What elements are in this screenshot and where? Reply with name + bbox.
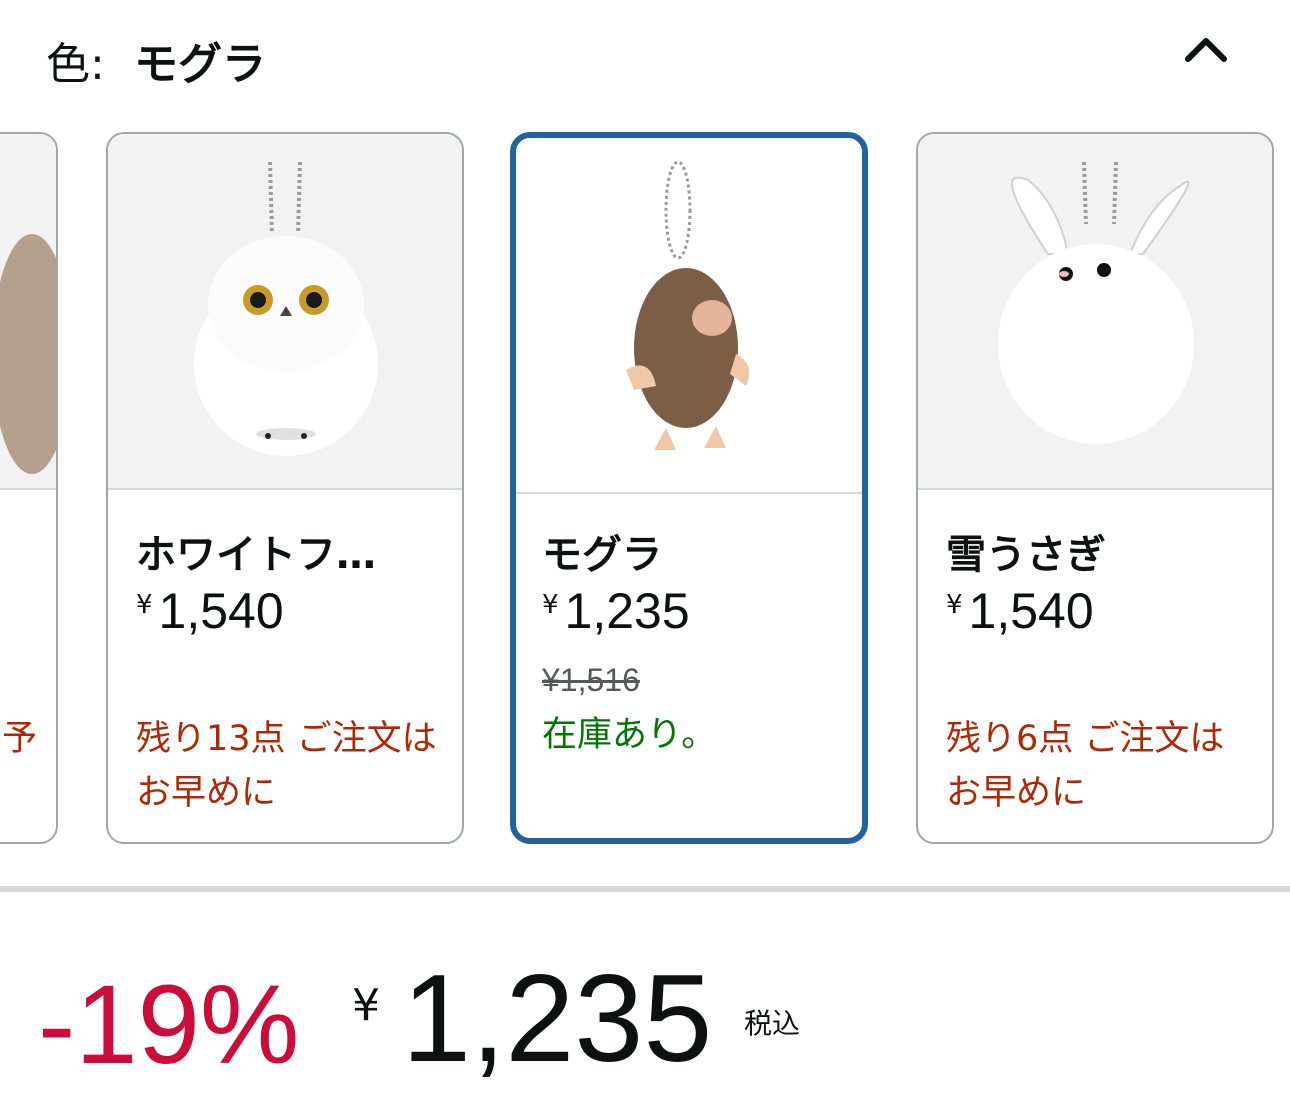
variant-price: ¥1,540 [946, 583, 1094, 639]
variant-card-mole[interactable]: モグラ ¥1,235 ¥1,516 在庫あり。 [510, 132, 868, 844]
variant-stock: 予 [2, 719, 38, 759]
variant-name: モグラ [542, 532, 662, 578]
variant-name: 雪うさぎ [946, 532, 1106, 578]
current-price: 1,235 [402, 950, 713, 1088]
variant-stock: 在庫あり。 [542, 715, 717, 755]
variant-name: ホワイトフ… [136, 532, 376, 578]
price-summary: -19% ¥ 1,235 税込 [0, 930, 1290, 1110]
variant-card-rabbit[interactable]: 雪うさぎ ¥1,540 残り6点 ご注文はお早めに [916, 132, 1274, 844]
color-label: 色: [46, 39, 105, 90]
variant-stock: 残り6点 ご注文はお早めに [946, 719, 1225, 813]
currency-symbol: ¥ [352, 980, 380, 1031]
owl-plush-image [194, 161, 378, 456]
variant-image [918, 134, 1272, 490]
section-divider [0, 886, 1290, 892]
variant-list-price: ¥1,516 [542, 662, 640, 698]
variant-header: 色: モグラ [0, 0, 1290, 110]
chevron-up-icon [1185, 38, 1227, 62]
variant-image [0, 134, 56, 490]
rabbit-plush-image [998, 161, 1194, 444]
variant-price: ¥1,540 [136, 583, 284, 639]
tax-included-label: 税込 [744, 1007, 801, 1040]
variant-price: ¥1,235 [542, 583, 690, 639]
product-image [0, 234, 56, 474]
variant-image [516, 138, 862, 494]
mole-plush-image [626, 160, 750, 450]
variant-card-partial[interactable]: 予 [0, 132, 58, 844]
collapse-button[interactable] [1176, 18, 1236, 78]
discount-percentage: -19% [38, 962, 300, 1087]
selected-color-value: モグラ [134, 39, 266, 90]
variant-stock: 残り13点 ご注文はお早めに [136, 719, 437, 813]
variant-carousel[interactable]: 予 ホワイトフ… ¥1,540 残り13点 ご注文はお早めに モグラ ¥ 1,2… [0, 130, 1290, 846]
variant-card-owl[interactable]: ホワイトフ… ¥1,540 残り13点 ご注文はお早めに [106, 132, 464, 844]
variant-image [108, 134, 462, 490]
